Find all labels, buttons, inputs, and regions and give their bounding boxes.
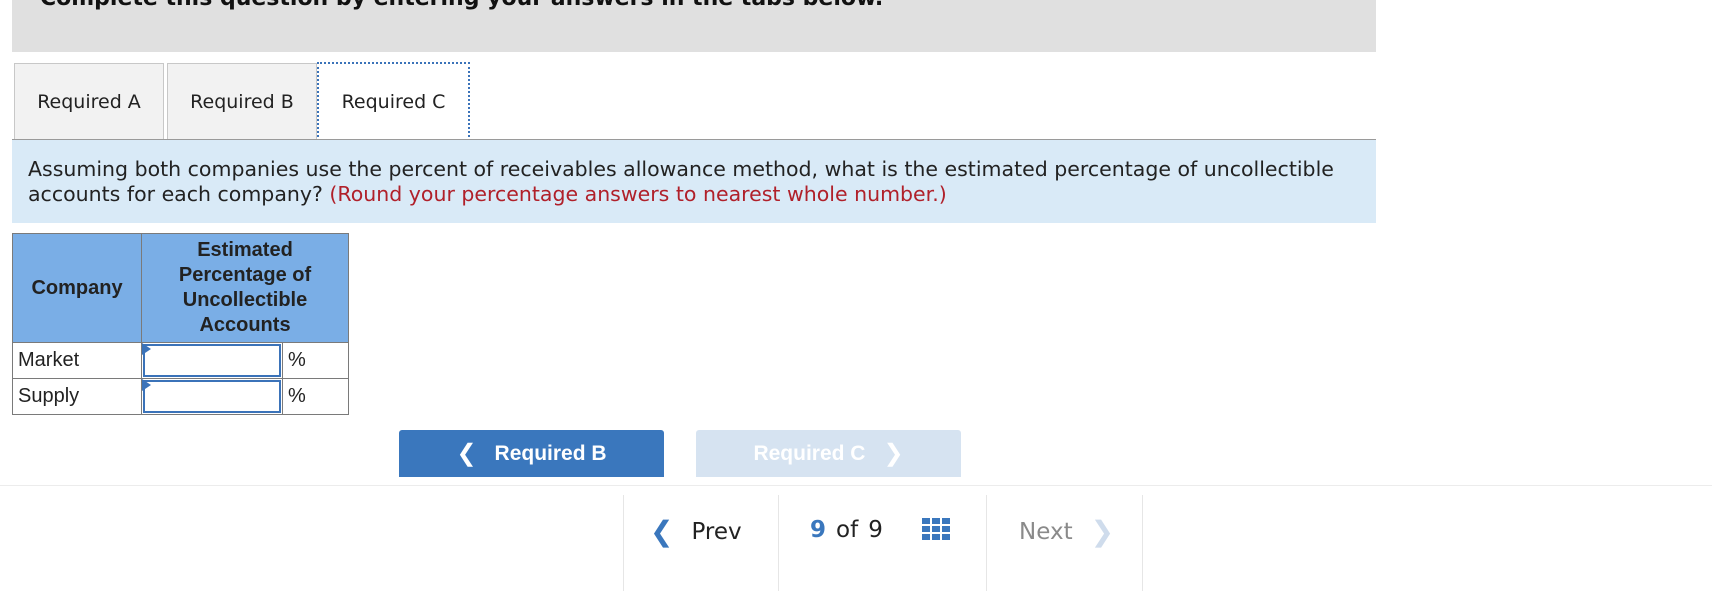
market-percentage-input[interactable] <box>145 346 279 375</box>
pager-divider <box>986 495 987 591</box>
pager-next-button: Next ❯ <box>1019 515 1114 548</box>
instructions-text: Complete this question by entering your … <box>40 0 883 11</box>
input-flag-icon <box>142 379 151 391</box>
percentage-cell <box>141 342 283 379</box>
chevron-left-icon: ❮ <box>650 515 674 548</box>
supply-percentage-input-box <box>143 380 281 413</box>
percent-unit: % <box>282 378 349 415</box>
next-tab-button: Required C ❯ <box>696 430 961 477</box>
tab-required-b[interactable]: Required B <box>167 63 317 139</box>
pager-prev-label: Prev <box>691 518 742 545</box>
header-estimated-percentage-text: Estimated Percentage of Uncollectible Ac… <box>178 239 312 336</box>
of-label: of <box>836 517 859 543</box>
company-name: Supply <box>12 378 142 415</box>
header-estimated-percentage: Estimated Percentage of Uncollectible Ac… <box>141 233 349 343</box>
pager-prev-button[interactable]: ❮ Prev <box>650 515 742 548</box>
question-grid-icon[interactable] <box>922 518 952 548</box>
percentage-cell <box>141 378 283 415</box>
tab-required-a[interactable]: Required A <box>14 63 164 139</box>
question-prompt: Assuming both companies use the percent … <box>12 140 1376 223</box>
header-company: Company <box>12 233 142 343</box>
current-question-number: 9 <box>810 517 827 543</box>
rounding-hint: (Round your percentage answers to neares… <box>329 182 947 206</box>
company-name: Market <box>12 342 142 379</box>
market-percentage-input-box <box>143 344 281 377</box>
next-tab-label: Required C <box>753 441 866 465</box>
chevron-right-icon: ❯ <box>1090 515 1115 548</box>
answer-table: Company Estimated Percentage of Uncollec… <box>12 233 349 415</box>
prev-tab-button[interactable]: ❮ Required B <box>399 430 664 477</box>
footer-divider <box>0 485 1712 486</box>
prompt-paragraph: Assuming both companies use the percent … <box>28 157 1368 207</box>
input-flag-icon <box>142 343 151 355</box>
table-row: Market % <box>12 342 349 379</box>
pager-divider <box>623 495 624 591</box>
pager-divider <box>1142 495 1143 591</box>
instructions-bar: Complete this question by entering your … <box>12 0 1376 52</box>
tab-required-c[interactable]: Required C <box>317 62 470 141</box>
percent-unit: % <box>282 342 349 379</box>
pager-divider <box>778 495 779 591</box>
total-questions: 9 <box>868 517 883 543</box>
question-counter: 9 of 9 <box>810 517 883 543</box>
prev-tab-label: Required B <box>494 441 607 465</box>
chevron-left-icon: ❮ <box>456 440 477 467</box>
table-row: Supply % <box>12 378 349 415</box>
pager-next-label: Next <box>1019 518 1073 545</box>
supply-percentage-input[interactable] <box>145 382 279 411</box>
chevron-right-icon: ❯ <box>883 440 904 467</box>
